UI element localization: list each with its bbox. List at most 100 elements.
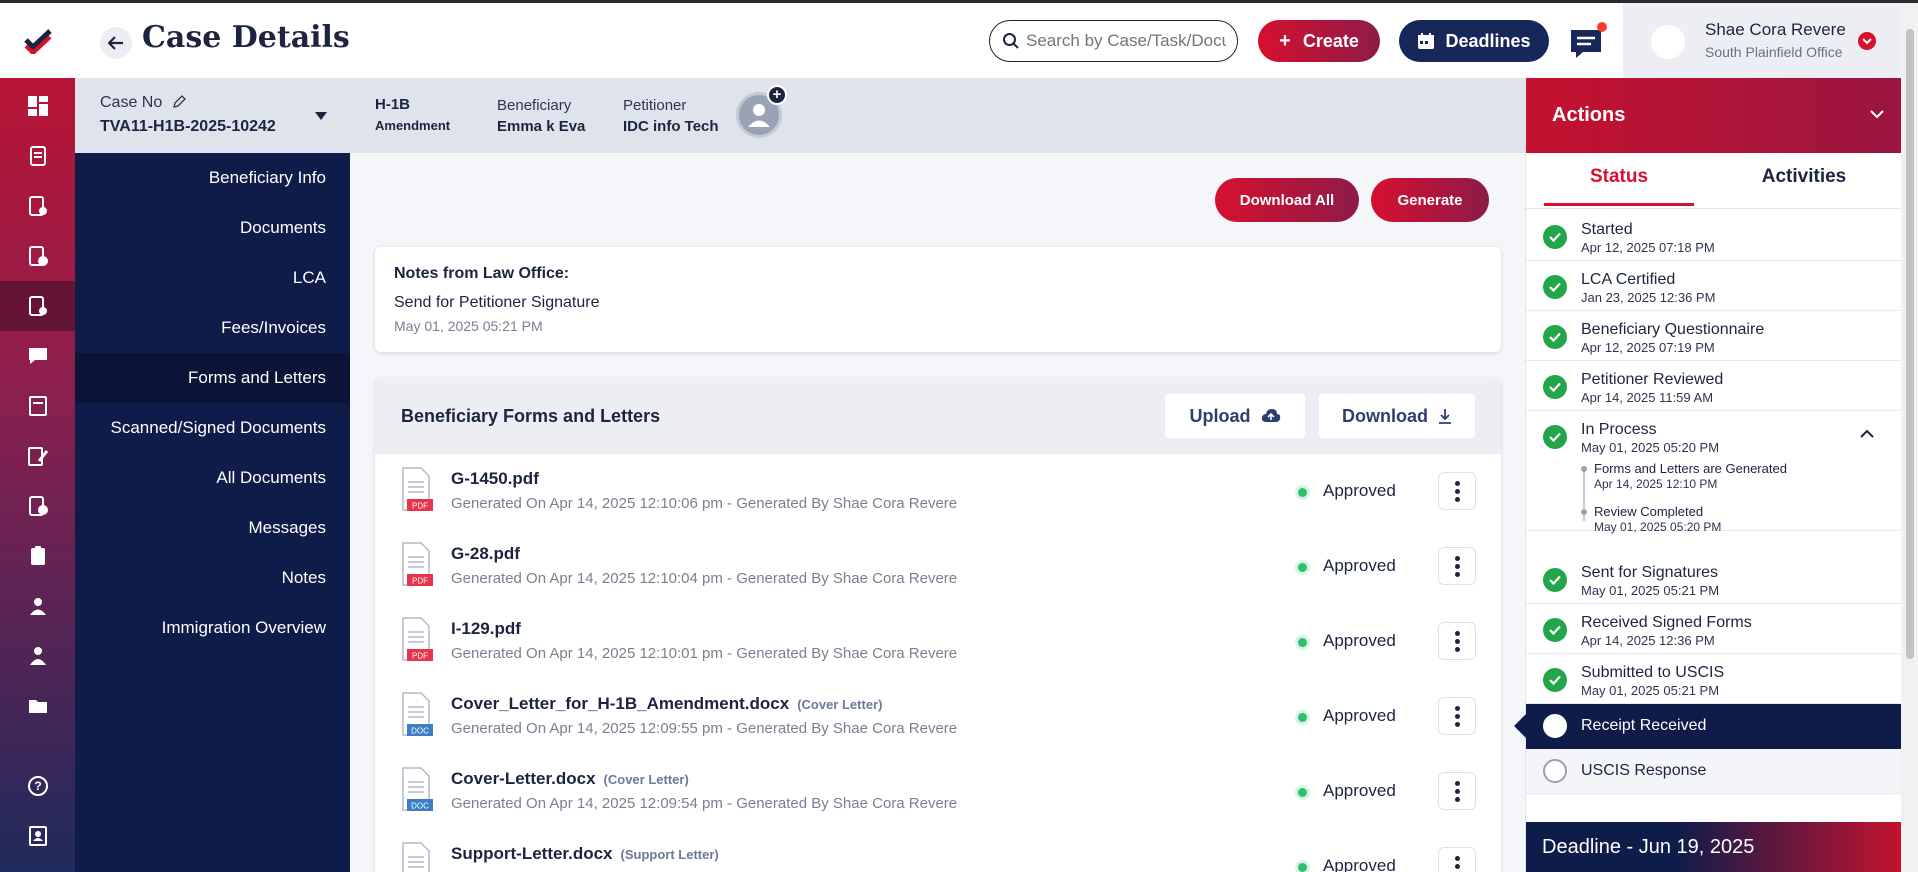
status-title: LCA Certified (1581, 271, 1676, 288)
document-name[interactable]: Cover_Letter_for_H-1B_Amendment.docx (Cov… (451, 694, 882, 714)
kebab-menu-icon[interactable] (1438, 622, 1476, 660)
status-item: LCA Certified Jan 23, 2025 12:36 PM (1526, 261, 1902, 311)
dashboard-icon[interactable] (0, 81, 75, 131)
add-person-avatar[interactable]: + (736, 85, 787, 138)
help-icon[interactable]: ? (0, 761, 75, 811)
document-name[interactable]: G-28.pdf (451, 544, 520, 564)
status-item-in-process[interactable]: In Process May 01, 2025 05:20 PM Forms a… (1526, 411, 1902, 534)
back-button[interactable] (100, 27, 132, 59)
check-circle-icon (1543, 568, 1567, 592)
status-item-uscis-response: USCIS Response (1526, 749, 1902, 794)
create-button[interactable]: + Create (1258, 20, 1380, 62)
user-menu[interactable]: Shae Cora Revere South Plainfield Office (1623, 3, 1918, 78)
tasks-icon[interactable] (0, 181, 75, 231)
clipboard-icon[interactable] (0, 531, 75, 581)
document-name[interactable]: Cover-Letter.docx (Cover Letter) (451, 769, 689, 789)
status-dot (1298, 863, 1307, 872)
substep-dot (1581, 509, 1587, 515)
forms-icon[interactable] (0, 381, 75, 431)
status-dot (1298, 638, 1307, 647)
document-row[interactable]: PDF G-28.pdf Generated On Apr 14, 2025 12:… (375, 529, 1501, 604)
sidebar-item-immigration-overview[interactable]: Immigration Overview (75, 603, 350, 653)
scrollbar-thumb[interactable] (1906, 29, 1914, 659)
document-tag: (Cover Letter) (797, 697, 883, 712)
empty-circle-icon (1543, 759, 1567, 783)
status-title: Started (1581, 221, 1633, 238)
arrow-left-icon (108, 36, 123, 50)
deadlines-button[interactable]: Deadlines (1399, 20, 1549, 62)
search-box[interactable] (989, 20, 1238, 62)
document-row[interactable]: DOC Cover-Letter.docx (Cover Letter) Genera… (375, 754, 1501, 829)
sidebar-item-all-documents[interactable]: All Documents (75, 453, 350, 503)
beneficiary-label: Beneficiary (497, 97, 572, 114)
substep-date: May 01, 2025 05:20 PM (1594, 520, 1722, 534)
tab-activities[interactable]: Activities (1706, 166, 1902, 206)
contacts-icon[interactable] (0, 811, 75, 861)
sidebar-item-lca[interactable]: LCA (75, 253, 350, 303)
team-icon[interactable] (0, 631, 75, 681)
sidebar-item-scanned-signed-documents[interactable]: Scanned/Signed Documents (75, 403, 350, 453)
status-badge: Approved (1323, 781, 1396, 800)
search-input[interactable] (1026, 31, 1226, 51)
cloud-upload-icon (1261, 409, 1280, 422)
status-item-receipt-received[interactable]: Receipt Received (1514, 704, 1902, 749)
upload-label: Upload (1189, 405, 1251, 426)
case-no-label: Case No (100, 94, 163, 111)
kebab-menu-icon[interactable] (1438, 472, 1476, 510)
sidebar-item-messages[interactable]: Messages (75, 503, 350, 553)
kebab-menu-icon[interactable] (1438, 697, 1476, 735)
chat-notification-icon[interactable] (1567, 22, 1607, 60)
page-scrollbar[interactable] (1901, 3, 1918, 872)
upload-button[interactable]: Upload (1165, 394, 1305, 438)
user-icon[interactable] (0, 581, 75, 631)
messages-icon[interactable] (0, 331, 75, 381)
icon-rail: ? (0, 3, 75, 872)
actions-header[interactable]: Actions (1526, 78, 1902, 153)
sidebar-item-notes[interactable]: Notes (75, 553, 350, 603)
document-name[interactable]: I-129.pdf (451, 619, 521, 639)
document-row[interactable]: PDF I-129.pdf Generated On Apr 14, 2025 12… (375, 604, 1501, 679)
case-dropdown-icon[interactable] (315, 112, 327, 120)
status-badge: Approved (1323, 556, 1396, 575)
kebab-menu-icon[interactable] (1438, 847, 1476, 872)
status-dot (1298, 713, 1307, 722)
download-all-button[interactable]: Download All (1215, 178, 1359, 222)
chevron-down-icon[interactable] (1858, 32, 1876, 50)
sidebar-item-forms-and-letters[interactable]: Forms and Letters (75, 353, 350, 403)
chevron-up-icon[interactable] (1860, 429, 1874, 438)
document-row[interactable]: DOC Support-Letter.docx(Support Letter) Ap… (375, 829, 1501, 872)
status-item: Submitted to USCIS May 01, 2025 05:21 PM (1526, 654, 1902, 704)
sidebar-item-beneficiary-info[interactable]: Beneficiary Info (75, 153, 350, 203)
doc-file-icon: DOC (401, 691, 433, 739)
edit-icon[interactable] (0, 431, 75, 481)
sidebar-item-fees-invoices[interactable]: Fees/Invoices (75, 303, 350, 353)
deadlines-label: Deadlines (1445, 30, 1531, 51)
tabs-divider (1526, 208, 1902, 209)
folder-icon[interactable] (0, 681, 75, 731)
case-check-icon[interactable] (0, 281, 75, 331)
app-logo[interactable] (0, 3, 75, 78)
check-circle-icon (1543, 275, 1567, 299)
document-name[interactable]: Support-Letter.docx (Support Letter) (451, 844, 719, 864)
lca-icon[interactable] (0, 481, 75, 531)
kebab-menu-icon[interactable] (1438, 772, 1476, 810)
invoices-icon[interactable] (0, 231, 75, 281)
status-badge: Approved (1323, 706, 1396, 725)
download-button[interactable]: Download (1319, 394, 1475, 438)
pdf-file-icon: PDF (401, 541, 433, 589)
status-title: Receipt Received (1581, 717, 1707, 734)
substep-dot (1581, 466, 1587, 472)
plus-circle-icon[interactable]: + (767, 85, 787, 105)
pencil-icon[interactable] (172, 94, 187, 109)
tab-status[interactable]: Status (1544, 166, 1694, 206)
document-row[interactable]: DOC Cover_Letter_for_H-1B_Amendment.docx(… (375, 679, 1501, 754)
case-no-value: TVA11-H1B-2025-10242 (100, 118, 276, 135)
generate-button[interactable]: Generate (1371, 178, 1489, 222)
sidebar-item-documents[interactable]: Documents (75, 203, 350, 253)
forms-title: Beneficiary Forms and Letters (401, 406, 661, 426)
chevron-down-icon[interactable] (1870, 110, 1884, 119)
document-name[interactable]: G-1450.pdf (451, 469, 539, 489)
kebab-menu-icon[interactable] (1438, 547, 1476, 585)
cases-icon[interactable] (0, 131, 75, 181)
document-row[interactable]: PDF G-1450.pdf Generated On Apr 14, 2025 1… (375, 454, 1501, 529)
